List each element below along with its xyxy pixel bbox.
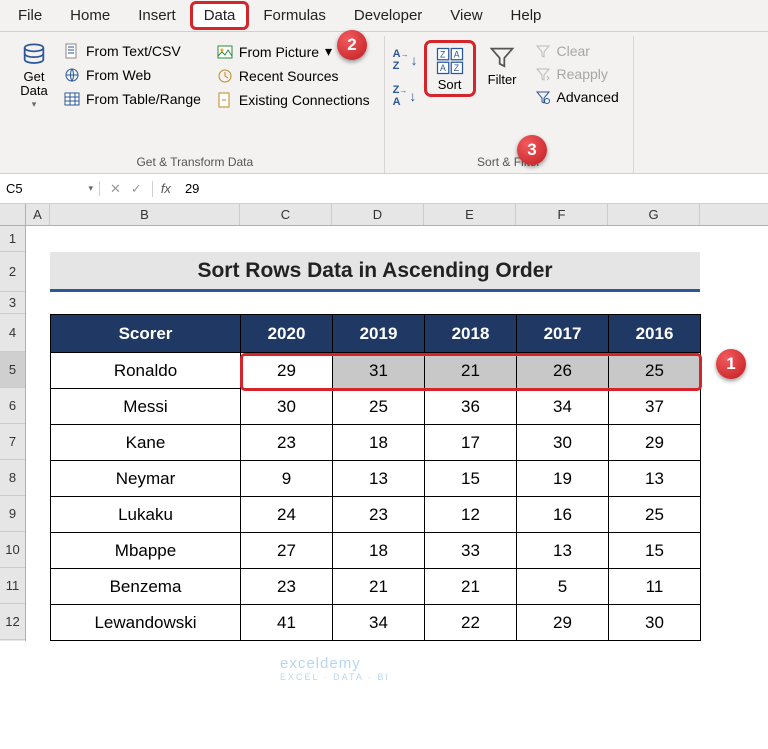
table-row[interactable]: Neymar913151913	[51, 461, 701, 497]
tab-insert[interactable]: Insert	[124, 1, 190, 30]
accept-formula-icon[interactable]: ✓	[131, 181, 142, 197]
clear-filter-button[interactable]: Clear	[529, 40, 625, 62]
filter-button[interactable]: Filter	[482, 40, 523, 91]
row-header[interactable]: 4	[0, 314, 25, 352]
tab-formulas[interactable]: Formulas	[249, 1, 340, 30]
table-row[interactable]: Benzema232121511	[51, 569, 701, 605]
row-header[interactable]: 5	[0, 352, 25, 388]
cancel-formula-icon[interactable]: ✕	[110, 181, 121, 197]
sort-descending-button[interactable]: Z→A↓	[393, 84, 418, 108]
header-year[interactable]: 2018	[425, 315, 517, 353]
callout-1: 1	[716, 349, 746, 379]
row-header[interactable]: 7	[0, 424, 25, 460]
menu-tabs: File Home Insert Data Formulas Developer…	[0, 0, 768, 32]
globe-icon	[64, 67, 80, 83]
row-header[interactable]: 1	[0, 226, 25, 252]
table-icon	[64, 91, 80, 107]
col-header-A[interactable]: A	[26, 204, 50, 225]
callout-2: 2	[337, 30, 367, 60]
row-header[interactable]: 10	[0, 532, 25, 568]
tab-file[interactable]: File	[4, 1, 56, 30]
table-row[interactable]: Mbappe2718331315	[51, 533, 701, 569]
header-year[interactable]: 2019	[333, 315, 425, 353]
table-row[interactable]: Ronaldo 29 31 21 26 25	[51, 353, 701, 389]
group-label-transform: Get & Transform Data	[14, 151, 376, 171]
row-header[interactable]: 3	[0, 292, 25, 314]
header-year[interactable]: 2016	[609, 315, 701, 353]
row-header[interactable]: 6	[0, 388, 25, 424]
tab-help[interactable]: Help	[497, 1, 556, 30]
table-row[interactable]: Messi3025363437	[51, 389, 701, 425]
col-header-F[interactable]: F	[516, 204, 608, 225]
header-scorer[interactable]: Scorer	[51, 315, 241, 353]
tab-home[interactable]: Home	[56, 1, 124, 30]
col-header-B[interactable]: B	[50, 204, 240, 225]
advanced-icon	[535, 89, 551, 105]
svg-text:A: A	[453, 49, 459, 59]
tab-developer[interactable]: Developer	[340, 1, 436, 30]
sort-icon: ZAAZ	[435, 46, 465, 76]
svg-text:Z: Z	[440, 49, 446, 59]
connection-icon	[217, 92, 233, 108]
sort-dialog-button[interactable]: ZAAZ Sort	[424, 40, 476, 97]
row-header[interactable]: 9	[0, 496, 25, 532]
reapply-icon	[535, 66, 551, 82]
ribbon: Get Data ▾ From Text/CSV From Web From T…	[0, 32, 768, 174]
sheet-title: Sort Rows Data in Ascending Order	[50, 252, 700, 292]
chevron-down-icon: ▾	[88, 183, 93, 194]
row-header[interactable]: 12	[0, 604, 25, 640]
image-icon	[217, 44, 233, 60]
formula-bar: C5▾ ✕ ✓ fx 29	[0, 174, 768, 204]
spreadsheet-grid: A B C D E F G 1 2 3 4 5 6 7 8 9 10 11 12…	[0, 204, 768, 641]
chevron-down-icon: ▾	[32, 99, 37, 110]
from-table-range-button[interactable]: From Table/Range	[58, 88, 207, 110]
fx-icon[interactable]: fx	[153, 181, 179, 196]
group-label-sortfilter: Sort & Filter	[393, 151, 625, 171]
sort-ascending-button[interactable]: A→Z↓	[393, 48, 418, 72]
row-header[interactable]: 8	[0, 460, 25, 496]
tab-view[interactable]: View	[436, 1, 496, 30]
col-header-E[interactable]: E	[424, 204, 516, 225]
svg-text:A: A	[440, 63, 446, 73]
col-header-C[interactable]: C	[240, 204, 332, 225]
funnel-icon	[488, 44, 516, 72]
col-header-D[interactable]: D	[332, 204, 424, 225]
row-header[interactable]: 11	[0, 568, 25, 604]
row-header[interactable]: 2	[0, 252, 25, 292]
header-year[interactable]: 2017	[517, 315, 609, 353]
advanced-filter-button[interactable]: Advanced	[529, 86, 625, 108]
col-header-G[interactable]: G	[608, 204, 700, 225]
table-row[interactable]: Lukaku2423121625	[51, 497, 701, 533]
clock-icon	[217, 68, 233, 84]
header-year[interactable]: 2020	[241, 315, 333, 353]
from-web-button[interactable]: From Web	[58, 64, 207, 86]
table-row[interactable]: Lewandowski4134222930	[51, 605, 701, 641]
formula-value[interactable]: 29	[179, 181, 205, 196]
table-row[interactable]: Kane2318173029	[51, 425, 701, 461]
callout-3: 3	[517, 135, 547, 165]
name-box[interactable]: C5▾	[0, 181, 100, 196]
from-text-csv-button[interactable]: From Text/CSV	[58, 40, 207, 62]
clear-icon	[535, 43, 551, 59]
data-table: Scorer 2020 2019 2018 2017 2016 Ronaldo …	[50, 314, 701, 641]
recent-sources-button[interactable]: Recent Sources	[211, 65, 376, 87]
chevron-down-icon: ▾	[325, 43, 332, 60]
existing-connections-button[interactable]: Existing Connections	[211, 89, 376, 111]
get-data-button[interactable]: Get Data ▾	[14, 38, 54, 114]
svg-text:Z: Z	[453, 63, 459, 73]
reapply-button[interactable]: Reapply	[529, 63, 625, 85]
database-icon	[20, 42, 48, 70]
select-all-corner[interactable]	[0, 204, 26, 225]
file-text-icon	[64, 43, 80, 59]
tab-data[interactable]: Data	[190, 1, 250, 30]
watermark: exceldemy EXCEL · DATA · BI	[280, 655, 390, 682]
